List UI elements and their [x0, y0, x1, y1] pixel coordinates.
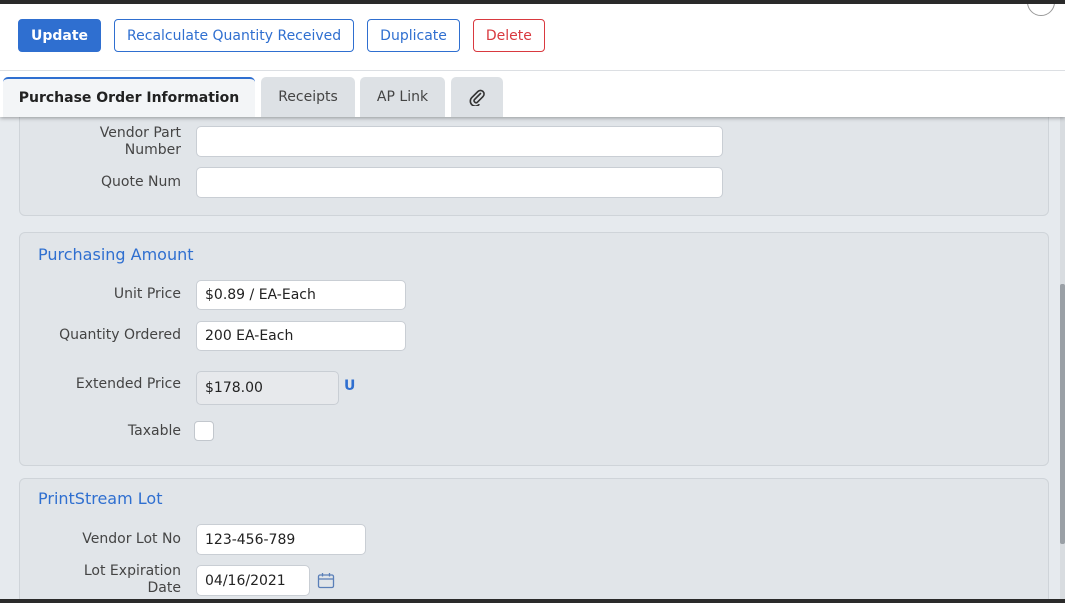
tab-attachments[interactable]: [451, 77, 503, 117]
tab-bar: Purchase Order Information Receipts AP L…: [0, 70, 1065, 117]
tab-label: Receipts: [278, 89, 338, 105]
duplicate-button[interactable]: Duplicate: [367, 19, 460, 52]
delete-button[interactable]: Delete: [472, 19, 545, 52]
calendar-icon[interactable]: [317, 572, 335, 589]
quote-num-label: Quote Num: [101, 174, 181, 190]
label-line: Date: [147, 580, 181, 596]
tab-receipts[interactable]: Receipts: [261, 77, 355, 117]
quantity-ordered-label: Quantity Ordered: [59, 327, 181, 343]
quantity-ordered-input[interactable]: 200 EA-Each: [196, 321, 406, 351]
app-window: Update Recalculate Quantity Received Dup…: [0, 4, 1065, 599]
vendor-lot-no-input[interactable]: 123-456-789: [196, 524, 366, 555]
update-button[interactable]: Update: [18, 19, 102, 52]
vendor-part-number-input[interactable]: [196, 126, 723, 157]
extended-price-unit-link[interactable]: U: [344, 378, 355, 394]
purchasing-amount-panel: Purchasing Amount Unit Price $0.89 / EA-…: [19, 232, 1049, 466]
vendor-part-number-label: Vendor Part Number: [20, 125, 181, 159]
tab-ap-link[interactable]: AP Link: [360, 77, 445, 117]
label-line: Lot Expiration: [83, 563, 181, 579]
taxable-checkbox[interactable]: [194, 421, 214, 441]
lot-expiration-date-input[interactable]: 04/16/2021: [196, 565, 310, 596]
printstream-lot-title: PrintStream Lot: [38, 489, 163, 508]
unit-price-input[interactable]: $0.89 / EA-Each: [196, 280, 406, 310]
toolbar: Update Recalculate Quantity Received Dup…: [18, 19, 545, 52]
scrollbar-thumb[interactable]: [1060, 284, 1065, 544]
extended-price-label: Extended Price: [75, 376, 181, 392]
vendor-lot-no-label: Vendor Lot No: [82, 531, 181, 547]
purchasing-amount-title: Purchasing Amount: [38, 245, 194, 264]
tab-label: AP Link: [376, 89, 429, 105]
vertical-scrollbar[interactable]: [1060, 116, 1065, 599]
window-bottom-edge: [0, 599, 1065, 603]
tab-label: Purchase Order Information: [18, 90, 240, 106]
unit-price-label: Unit Price: [113, 286, 181, 302]
label-line: Number: [124, 142, 181, 158]
recalculate-quantity-received-button[interactable]: Recalculate Quantity Received: [114, 19, 355, 52]
lot-expiration-date-label: Lot Expiration Date: [20, 563, 181, 597]
tab-purchase-order-information[interactable]: Purchase Order Information: [3, 77, 255, 117]
header: Update Recalculate Quantity Received Dup…: [0, 4, 1065, 117]
extended-price-field: $178.00: [196, 371, 339, 405]
help-icon[interactable]: [1027, 4, 1055, 16]
label-line: Vendor Part: [99, 125, 181, 141]
quote-num-input[interactable]: [196, 167, 723, 198]
paperclip-icon: [469, 89, 485, 106]
taxable-label: Taxable: [127, 423, 181, 439]
printstream-lot-panel: PrintStream Lot Vendor Lot No 123-456-78…: [19, 478, 1049, 599]
